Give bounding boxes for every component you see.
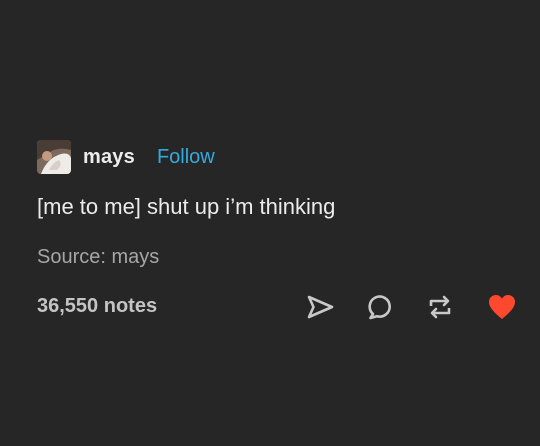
- heart-icon: [489, 295, 515, 319]
- reblog-button[interactable]: [425, 292, 455, 322]
- share-icon: [307, 295, 334, 319]
- post-card: mays Follow [me to me] shut up i’m think…: [0, 0, 540, 446]
- share-button[interactable]: [305, 292, 335, 322]
- reply-icon: [368, 295, 391, 320]
- avatar[interactable]: [37, 140, 71, 174]
- follow-button[interactable]: Follow: [157, 146, 215, 169]
- post-header: mays Follow: [37, 140, 215, 174]
- avatar-image: [37, 140, 71, 174]
- like-button[interactable]: [487, 292, 517, 322]
- reply-button[interactable]: [365, 292, 395, 322]
- post-source[interactable]: Source: mays: [37, 246, 159, 269]
- post-actions: [0, 292, 540, 322]
- post-body: [me to me] shut up i’m thinking: [37, 194, 336, 219]
- reblog-icon: [429, 295, 451, 319]
- username[interactable]: mays: [83, 146, 135, 169]
